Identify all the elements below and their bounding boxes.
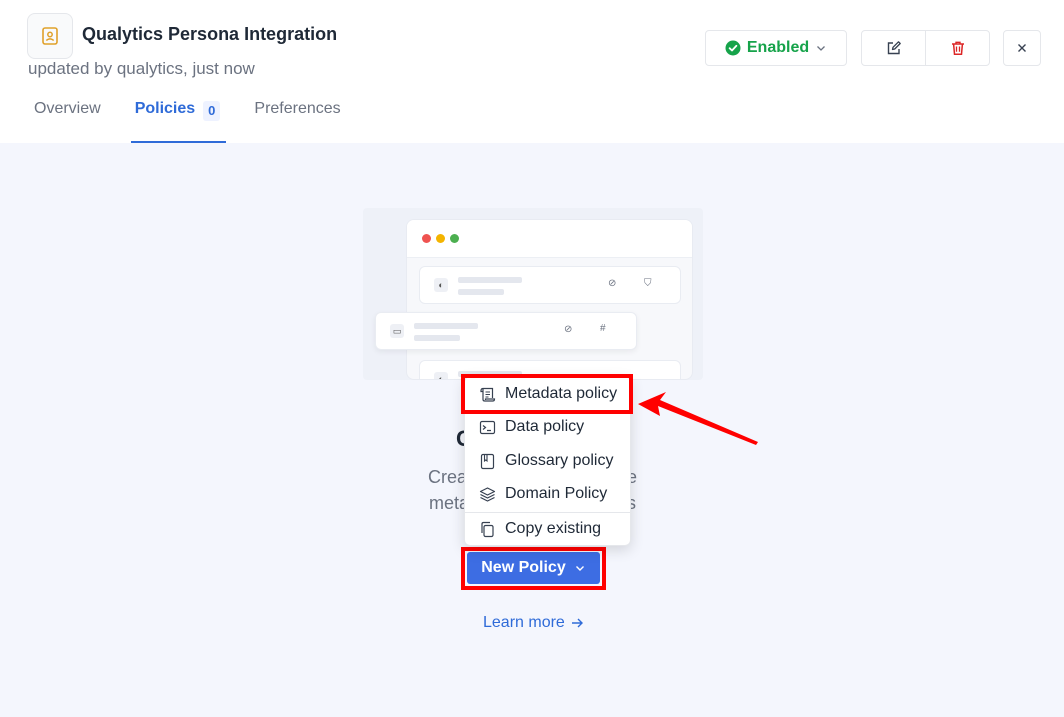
menu-item-metadata-policy[interactable]: Metadata policy <box>465 379 632 409</box>
book-icon <box>480 453 495 469</box>
chevron-down-icon <box>575 566 584 571</box>
chevron-down-icon <box>817 46 826 51</box>
red-dot <box>422 234 431 243</box>
menu-item-label: Data policy <box>505 418 585 435</box>
delete-button[interactable] <box>925 31 989 65</box>
tab-bar: Overview Policies 0 Preferences <box>32 100 343 143</box>
empty-state-description: Crea <box>428 467 468 487</box>
menu-divider <box>465 512 632 513</box>
scroll-icon <box>480 387 496 402</box>
menu-item-label: Domain Policy <box>505 485 608 502</box>
hash-icon: # <box>600 323 606 334</box>
learn-more-link[interactable]: Learn more <box>483 614 584 632</box>
menu-item-copy-existing[interactable]: Copy existing <box>465 514 632 544</box>
page-title: Qualytics Persona Integration <box>82 24 338 44</box>
layers-icon <box>479 486 496 502</box>
menu-item-label: Copy existing <box>505 520 602 537</box>
illustration-row: ◐ ⊘ ⛉ <box>419 266 681 304</box>
placeholder-bar <box>458 277 522 283</box>
trash-icon <box>951 41 964 55</box>
terminal-icon: ▭ <box>390 324 404 338</box>
tab-label: Policies <box>134 100 196 117</box>
status-label: Enabled <box>746 39 810 56</box>
menu-item-label: Metadata policy <box>505 385 618 402</box>
action-buttons <box>861 30 990 66</box>
count-badge: 0 <box>203 101 221 121</box>
doc-icon: ◐ <box>434 278 448 292</box>
menu-item-domain-policy[interactable]: Domain Policy <box>465 479 632 509</box>
page-header: Qualytics Persona Integration updated by… <box>0 0 1064 143</box>
compass-icon: ⊘ <box>608 278 617 289</box>
edit-button[interactable] <box>862 31 925 65</box>
new-policy-label: New Policy <box>481 559 566 576</box>
check-circle-icon <box>725 40 741 56</box>
window-titlebar <box>407 220 692 258</box>
terminal-icon <box>479 420 496 434</box>
updated-info: updated by qualytics, just now <box>28 59 255 78</box>
learn-more-label: Learn more <box>483 614 565 631</box>
copy-icon <box>481 521 494 537</box>
green-dot <box>450 234 459 243</box>
tab-policies[interactable]: Policies 0 <box>130 100 227 143</box>
compass-icon: ⊘ <box>564 324 573 335</box>
illustration-window: ◐ ⊘ ⛉ ◐ <box>406 219 693 380</box>
new-policy-button[interactable]: New Policy <box>467 552 600 584</box>
close-icon <box>1018 44 1026 52</box>
status-dropdown[interactable]: Enabled <box>705 30 847 66</box>
persona-icon <box>27 13 73 59</box>
placeholder-bar <box>414 323 478 329</box>
placeholder-bar <box>414 335 460 341</box>
tab-label: Overview <box>34 100 101 117</box>
illustration-floating-row: ▭ ⊘ # <box>375 312 637 350</box>
arrow-right-icon <box>571 618 583 628</box>
annotation-arrow-icon <box>638 392 758 445</box>
close-button[interactable] <box>1003 30 1041 66</box>
tab-label: Preferences <box>254 100 341 117</box>
menu-item-glossary-policy[interactable]: Glossary policy <box>465 446 632 476</box>
doc-icon: ◐ <box>434 372 448 379</box>
new-policy-menu: Metadata policy Data policy Glossary pol… <box>464 376 632 546</box>
menu-item-data-policy[interactable]: Data policy <box>465 412 632 442</box>
shield-icon: ⛉ <box>644 278 652 289</box>
empty-state-illustration: ◐ ⊘ ⛉ ◐ ▭ ⊘ # <box>363 208 703 380</box>
tab-preferences[interactable]: Preferences <box>252 100 342 143</box>
tab-overview[interactable]: Overview <box>32 100 103 143</box>
placeholder-bar <box>458 289 504 295</box>
edit-icon <box>887 41 901 55</box>
menu-item-label: Glossary policy <box>505 452 614 469</box>
yellow-dot <box>436 234 445 243</box>
